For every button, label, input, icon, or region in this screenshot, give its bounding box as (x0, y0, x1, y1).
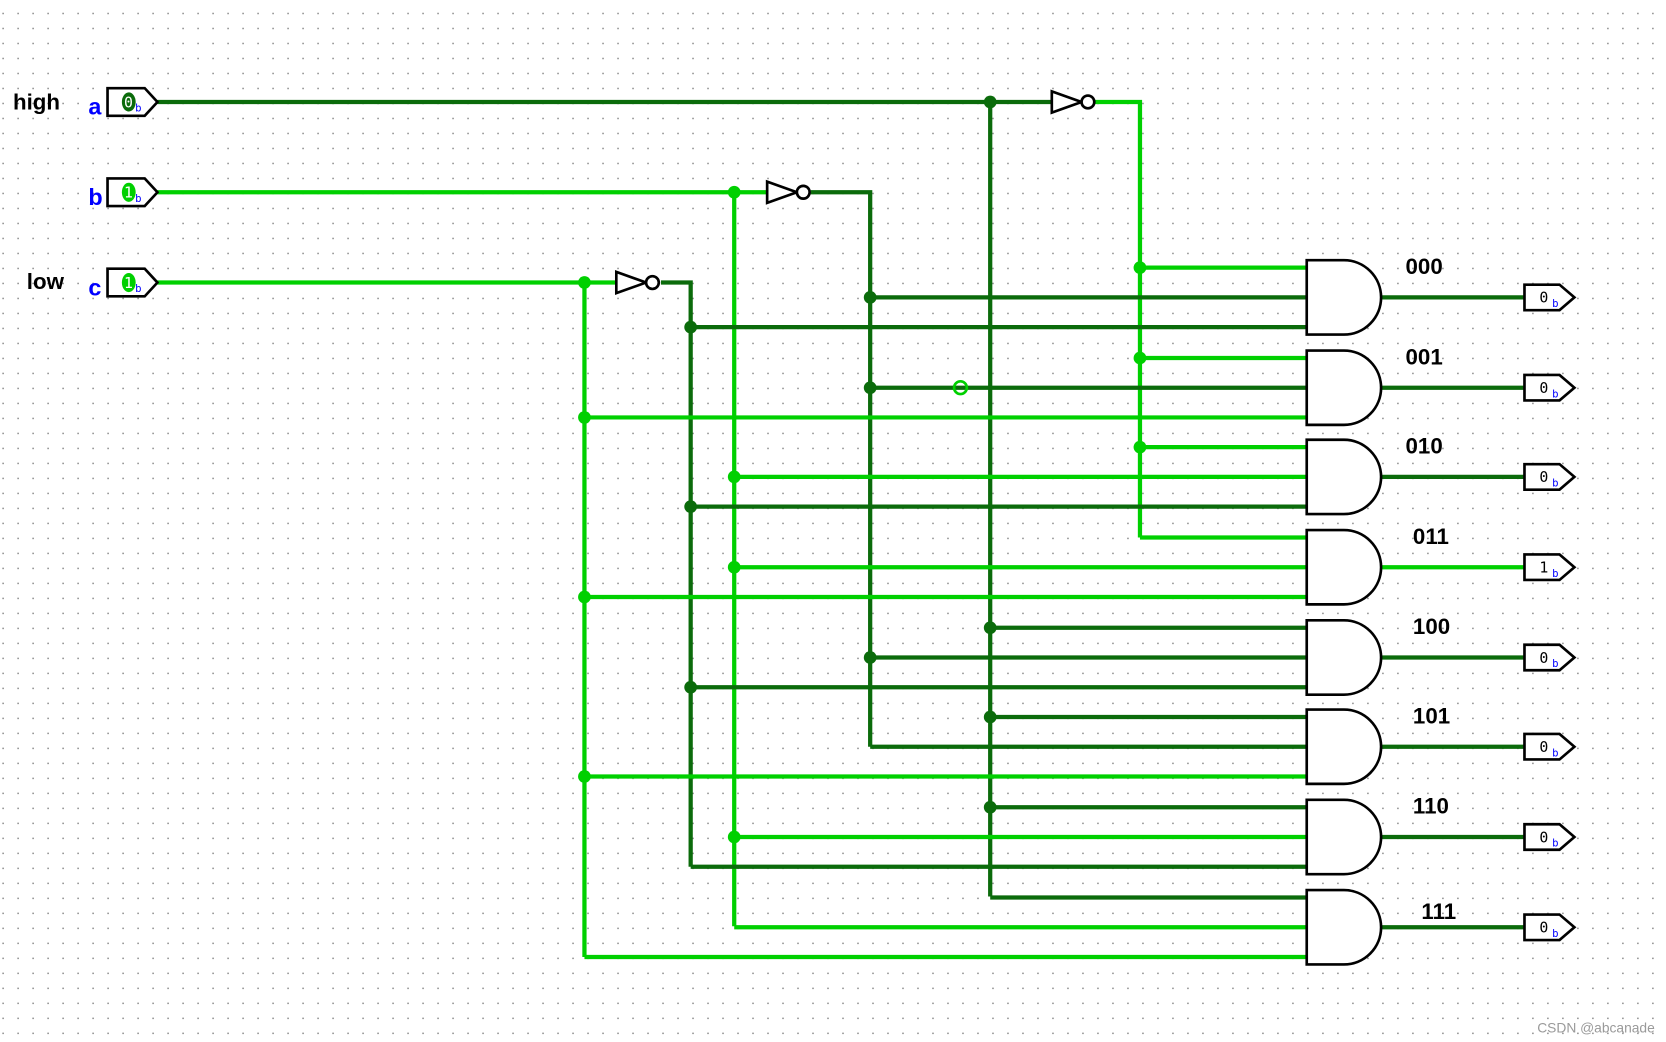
input-radix: b (135, 282, 141, 295)
and-gate-body (1305, 708, 1383, 786)
and-gate-body (1305, 528, 1383, 606)
and-gate-010[interactable] (1305, 438, 1383, 516)
input-label-a: a (88, 94, 102, 120)
and-gate-001[interactable] (1305, 349, 1383, 427)
and-gate-body (1305, 438, 1383, 516)
output-label: 011 (1413, 524, 1449, 549)
and-gate-111[interactable] (1305, 888, 1383, 966)
output-value: 0 (1539, 828, 1548, 846)
output-label: 111 (1421, 899, 1456, 924)
not-gate-bubble (1080, 94, 1096, 110)
junction-dot (983, 95, 997, 109)
input-pin-c[interactable]: 1b (106, 267, 160, 298)
junction-dot (727, 830, 741, 844)
output-radix: b (1552, 476, 1558, 489)
junction-dot (578, 770, 591, 783)
output-label: 010 (1406, 434, 1443, 459)
junction-dot (578, 411, 591, 424)
label-low: low (27, 269, 65, 294)
input-pin-a[interactable]: 0b (106, 86, 160, 118)
input-value: 1 (124, 184, 133, 202)
junction-dot (578, 276, 591, 289)
input-radix: b (135, 102, 141, 115)
and-gate-000[interactable] (1305, 258, 1383, 336)
junction-dot (863, 291, 877, 304)
input-value: 1 (124, 274, 133, 292)
and-gate-body (1305, 618, 1383, 696)
output-value: 0 (1539, 738, 1548, 756)
input-pin-b[interactable]: 1b (106, 177, 160, 208)
junction-dot (684, 680, 698, 694)
output-radix: b (1552, 837, 1558, 850)
and-gate-body (1305, 798, 1383, 876)
junction-dot (863, 381, 877, 395)
junction-dot (983, 621, 997, 635)
and-gate-101[interactable] (1305, 708, 1383, 786)
output-radix: b (1552, 657, 1558, 670)
junction-dot (684, 320, 698, 334)
junction-dot (983, 710, 997, 724)
label-high: high (13, 89, 60, 114)
output-label: 000 (1406, 254, 1443, 279)
junction-dot (578, 590, 591, 604)
and-gate-body (1305, 888, 1383, 966)
output-radix: b (1552, 567, 1558, 580)
output-label: 100 (1413, 614, 1450, 639)
input-value: 0 (124, 93, 133, 111)
output-label: 001 (1406, 344, 1443, 369)
circuit-canvas[interactable]: high low 0 ba1 bb1 bc 0000 b0010 b0100 b0111 b1… (0, 0, 1666, 1042)
junction-dot (727, 185, 741, 199)
output-value: 0 (1539, 649, 1548, 667)
output-label: 101 (1413, 703, 1450, 728)
junction-dot (1133, 440, 1147, 454)
junction-dot (727, 560, 741, 574)
not-gate-bubble (644, 274, 661, 291)
output-radix: b (1552, 387, 1558, 400)
junction-dot (983, 800, 997, 814)
dot-grid (0, 0, 1666, 1042)
output-label: 110 (1413, 794, 1449, 819)
output-radix: b (1552, 927, 1558, 940)
watermark: CSDN @abcanade (1537, 1020, 1655, 1035)
junction-dot (1133, 261, 1147, 275)
and-gate-body (1305, 258, 1383, 336)
and-gate-110[interactable] (1305, 798, 1383, 876)
not-gate-bubble (795, 184, 811, 200)
and-gate-body (1305, 349, 1383, 427)
input-radix: b (135, 192, 141, 205)
output-radix: b (1552, 746, 1558, 759)
and-gate-011[interactable] (1305, 528, 1383, 606)
output-value: 0 (1539, 379, 1548, 397)
output-value: 0 (1539, 919, 1548, 937)
output-value: 1 (1539, 559, 1548, 577)
junction-dot (863, 651, 877, 664)
junction-dot (1133, 351, 1147, 365)
output-value: 0 (1539, 468, 1548, 486)
input-label-b: b (88, 184, 102, 210)
output-value: 0 (1539, 289, 1548, 307)
input-label-c: c (88, 274, 101, 300)
and-gate-100[interactable] (1305, 618, 1383, 696)
junction-dot (684, 500, 698, 514)
junction-dot (727, 470, 741, 484)
output-radix: b (1552, 297, 1558, 310)
